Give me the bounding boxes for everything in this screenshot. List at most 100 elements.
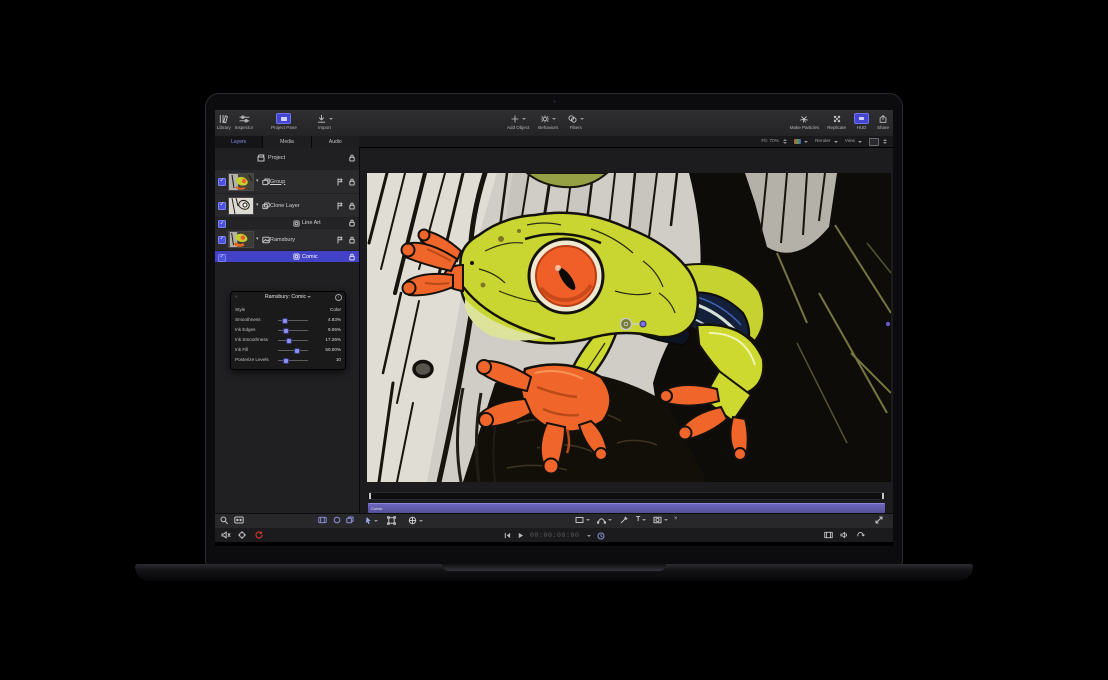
layer-name[interactable]: Group xyxy=(270,179,285,185)
library-button[interactable]: Library xyxy=(217,113,231,130)
inspector-label: Inspector xyxy=(235,125,254,130)
layer-row-ramsbury[interactable]: ✓ ▾ Ramsbury xyxy=(215,229,359,250)
slider-thumb[interactable] xyxy=(282,318,288,324)
canvas-image-comic-frog xyxy=(367,173,891,482)
layer-row-clone-layer[interactable]: ✓ ▾ Clone Layer xyxy=(215,194,359,217)
flag-icon[interactable] xyxy=(337,202,343,210)
channels-control[interactable] xyxy=(794,139,808,144)
play-icon[interactable] xyxy=(517,532,524,539)
checkbox[interactable]: ✓ xyxy=(218,220,226,228)
slider-thumb[interactable] xyxy=(283,358,289,364)
make-particles-button[interactable]: Make Particles xyxy=(790,113,820,130)
speaker-icon[interactable] xyxy=(840,531,849,539)
expand-timeline-button[interactable] xyxy=(875,516,883,524)
project-pane-button[interactable]: Project Pane xyxy=(271,113,297,130)
select-tool-button[interactable] xyxy=(365,516,378,525)
play-range-end-marker[interactable] xyxy=(882,493,884,499)
import-button[interactable]: Import xyxy=(316,113,333,130)
share-icon xyxy=(878,113,888,124)
tab-layers[interactable]: Layers xyxy=(215,136,262,148)
loop-icon[interactable] xyxy=(856,531,865,539)
checkbox[interactable]: ✓ xyxy=(218,178,226,186)
filters-button[interactable]: Filters xyxy=(567,113,584,130)
checkbox[interactable]: ✓ xyxy=(218,202,226,210)
hud-title[interactable]: Ramsbury: Comic xyxy=(231,294,345,300)
slider-track[interactable] xyxy=(278,320,308,321)
filmstrip-filter-button[interactable] xyxy=(234,516,244,524)
disclosure-triangle[interactable]: ▾ xyxy=(256,179,259,184)
checkbox[interactable]: ✓ xyxy=(218,236,226,244)
search-button[interactable] xyxy=(220,516,228,525)
disclosure-triangle[interactable]: ▾ xyxy=(256,203,259,208)
hud-icon xyxy=(854,113,869,124)
transform-tool-button[interactable] xyxy=(387,516,396,525)
close-tools-button[interactable]: × xyxy=(674,516,678,522)
bezier-tool-button[interactable] xyxy=(597,516,612,524)
checkbox[interactable]: ✓ xyxy=(218,254,226,262)
mute-icon[interactable] xyxy=(221,531,231,539)
lock-icon[interactable] xyxy=(349,253,355,261)
style-popup[interactable]: Color xyxy=(330,307,341,312)
layer-name[interactable]: Comic xyxy=(302,254,318,260)
lock-icon[interactable] xyxy=(349,236,355,244)
hud-button[interactable]: HUD xyxy=(854,113,869,130)
slider-track[interactable] xyxy=(278,360,308,361)
slider-thumb[interactable] xyxy=(283,328,289,334)
image-mask-tool-button[interactable] xyxy=(653,516,668,524)
layer-row-line-art[interactable]: ✓ Line Art xyxy=(215,218,359,228)
rectangle-tool-button[interactable] xyxy=(575,516,590,524)
play-range-start-marker[interactable] xyxy=(369,493,371,499)
slider-track[interactable] xyxy=(278,350,308,351)
replicate-button[interactable]: Replicate xyxy=(827,113,846,130)
adjust-3d-tool-button[interactable] xyxy=(408,516,423,525)
clock-icon[interactable] xyxy=(597,532,605,540)
hud-panel[interactable]: × Ramsbury: Comic i Style Color Smoothne… xyxy=(230,291,346,370)
flag-icon[interactable] xyxy=(337,178,343,186)
lock-icon[interactable] xyxy=(349,219,355,227)
render-menu[interactable]: Render xyxy=(815,139,838,144)
crosshair-icon[interactable] xyxy=(238,531,246,539)
show-timeline-toggle[interactable] xyxy=(318,516,327,524)
timecode-menu-chevron[interactable] xyxy=(587,535,591,537)
behaviors-button[interactable]: Behaviors xyxy=(538,113,558,130)
layer-row-comic[interactable]: ✓ Comic xyxy=(215,251,359,262)
show-audio-toggle[interactable] xyxy=(346,516,354,524)
info-icon[interactable]: i xyxy=(335,294,342,301)
film-icon[interactable] xyxy=(824,531,833,539)
disclosure-triangle[interactable]: ▾ xyxy=(256,237,259,242)
pen-tool-button[interactable] xyxy=(620,516,628,524)
slider-track[interactable] xyxy=(278,330,308,331)
inspector-button[interactable]: Inspector xyxy=(235,113,254,130)
tab-media[interactable]: Media xyxy=(263,136,310,148)
skip-start-icon[interactable] xyxy=(504,532,511,539)
timecode-display[interactable]: 00:00:00:00 xyxy=(530,532,580,539)
slider-thumb[interactable] xyxy=(294,348,300,354)
share-button[interactable]: Share xyxy=(877,113,889,130)
add-object-button[interactable]: Add Object xyxy=(507,113,529,130)
slider-thumb[interactable] xyxy=(286,338,292,344)
lock-icon[interactable] xyxy=(349,202,355,210)
lock-icon[interactable] xyxy=(349,178,355,186)
hud-row-label: Ink Fill xyxy=(235,347,248,352)
slider-track[interactable] xyxy=(278,340,308,341)
stepper-icon[interactable] xyxy=(883,139,887,144)
mini-timeline-ruler[interactable] xyxy=(368,492,885,500)
show-keyframes-toggle[interactable] xyxy=(333,516,341,524)
project-row[interactable]: Project xyxy=(215,151,359,165)
tab-audio[interactable]: Audio xyxy=(312,136,359,148)
stepper-icon[interactable] xyxy=(783,139,787,144)
lock-icon[interactable] xyxy=(349,154,355,162)
macbook-screen: Library Inspector Project Pane Import Ad… xyxy=(205,93,903,566)
record-animation-button[interactable] xyxy=(255,531,263,539)
zoom-level-control[interactable]: Fit: 70% xyxy=(761,139,787,144)
canvas[interactable]: Comic xyxy=(359,148,893,513)
flag-icon[interactable] xyxy=(337,236,343,244)
text-tool-button[interactable]: T xyxy=(636,516,646,523)
layout-control[interactable] xyxy=(869,138,887,146)
layer-name[interactable]: Clone Layer xyxy=(270,203,300,209)
layer-name[interactable]: Ramsbury xyxy=(270,237,295,243)
mini-timeline-clip[interactable]: Comic xyxy=(368,503,885,513)
layer-name[interactable]: Line Art xyxy=(302,220,321,226)
layer-row-group[interactable]: ✓ ▾ Group xyxy=(215,170,359,193)
view-menu[interactable]: View xyxy=(845,139,862,144)
